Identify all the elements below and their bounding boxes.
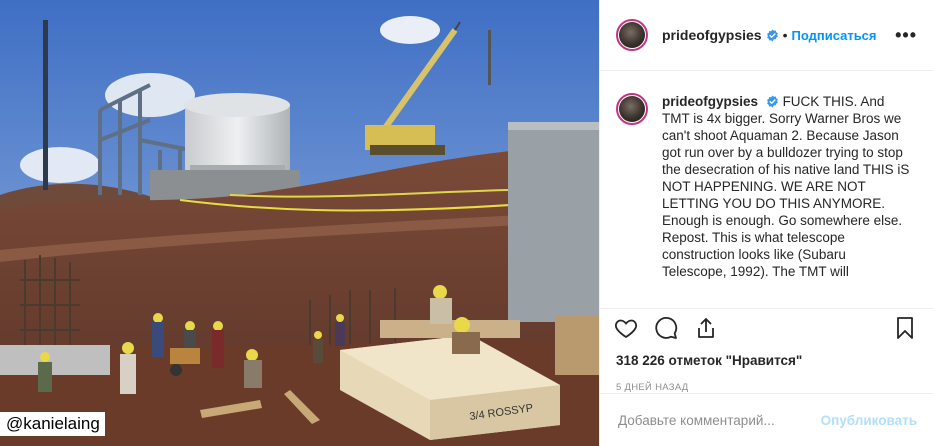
heart-icon[interactable] xyxy=(614,316,640,342)
caption-verified-badge-icon xyxy=(766,95,779,108)
avatar-image xyxy=(619,22,645,48)
comment-icon[interactable] xyxy=(654,316,680,342)
more-options-icon[interactable]: ••• xyxy=(895,25,917,46)
caption: prideofgypsies FUCK THIS. And TMT is 4x … xyxy=(662,93,912,308)
post-header: prideofgypsies • Подписаться ••• xyxy=(600,0,933,71)
verified-badge-icon xyxy=(766,29,779,42)
bookmark-icon[interactable] xyxy=(893,316,919,342)
avatar[interactable] xyxy=(616,19,648,51)
post-photo[interactable]: 3/4 ROSSYP @kanielaing xyxy=(0,0,599,446)
publish-button[interactable]: Опубликовать xyxy=(821,413,917,428)
construction-site-image: 3/4 ROSSYP xyxy=(0,0,599,446)
like-count[interactable]: 318 226 отметок "Нравится" xyxy=(600,349,933,368)
share-icon[interactable] xyxy=(694,316,720,342)
caption-username[interactable]: prideofgypsies xyxy=(662,94,758,109)
caption-area: prideofgypsies FUCK THIS. And TMT is 4x … xyxy=(600,71,933,308)
comment-form: Опубликовать xyxy=(600,393,933,446)
photo-watermark: @kanielaing xyxy=(0,412,105,436)
header-username[interactable]: prideofgypsies xyxy=(662,27,762,43)
caption-avatar[interactable] xyxy=(616,93,648,125)
caption-body: FUCK THIS. And TMT is 4x bigger. Sorry W… xyxy=(662,94,910,279)
header-separator: • xyxy=(782,27,788,43)
instagram-post-view: 3/4 ROSSYP @kanielaing prideofgypsies • … xyxy=(0,0,933,446)
caption-avatar-image xyxy=(619,96,645,122)
follow-button[interactable]: Подписаться xyxy=(792,28,877,43)
comment-input[interactable] xyxy=(616,411,821,429)
action-bar xyxy=(600,308,933,349)
post-date[interactable]: 5 ДНЕЙ НАЗАД xyxy=(600,368,933,393)
post-side-panel: prideofgypsies • Подписаться ••• prideof… xyxy=(599,0,933,446)
